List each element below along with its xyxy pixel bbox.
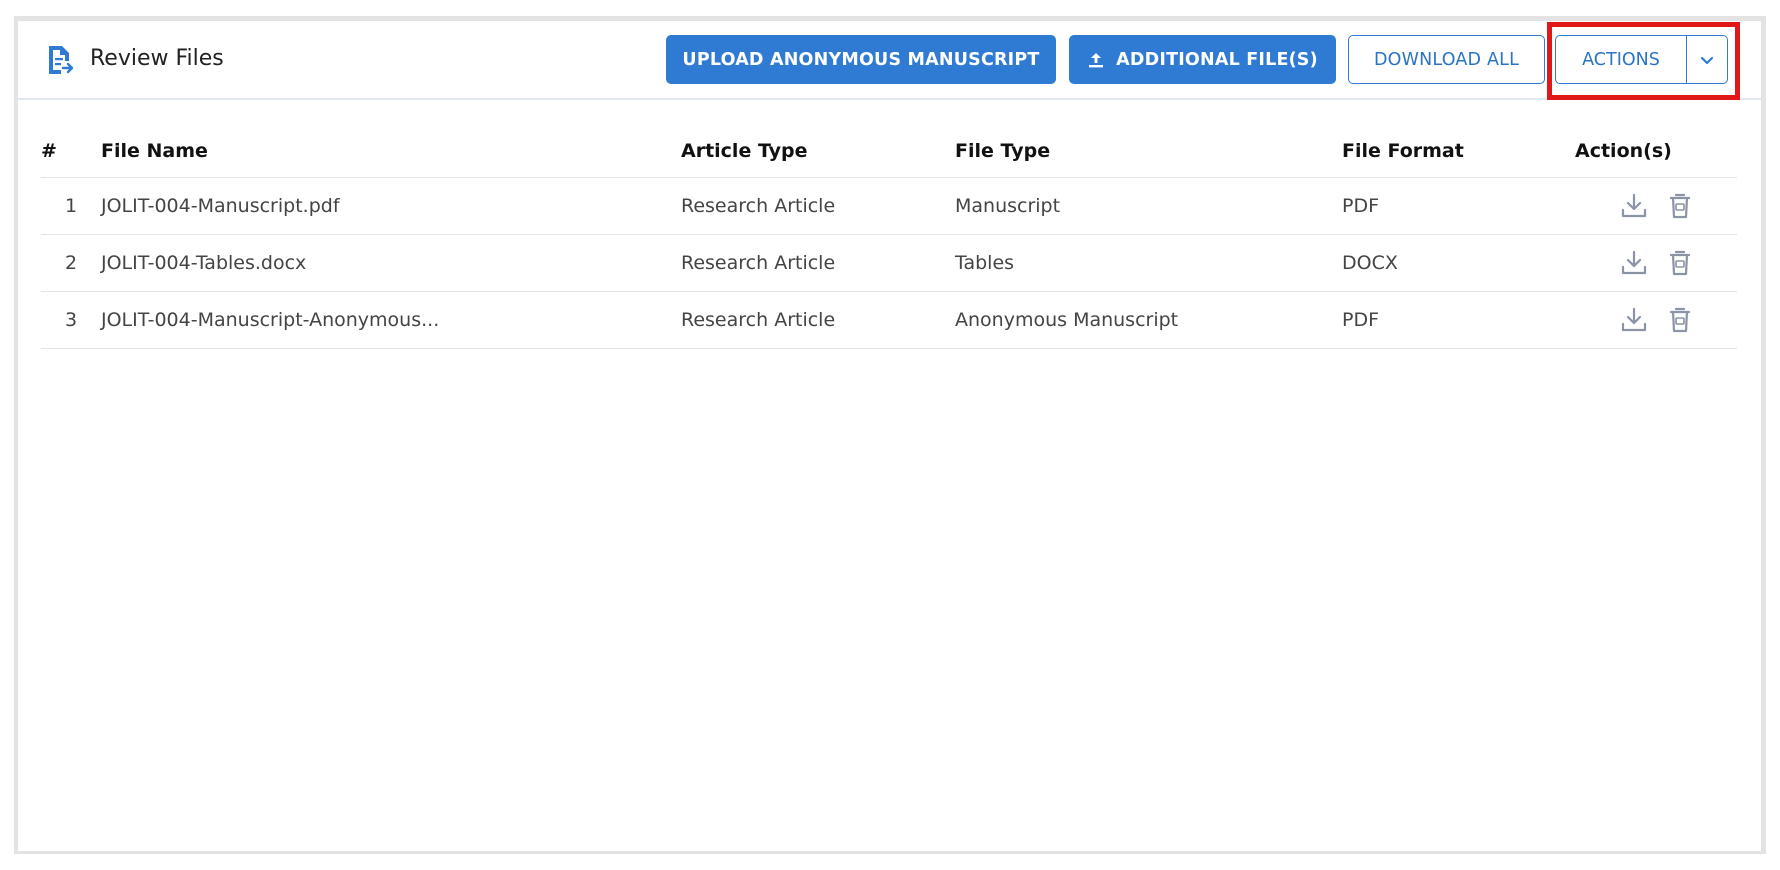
file-type-cell: Tables	[955, 234, 1342, 292]
download-all-label: DOWNLOAD ALL	[1373, 49, 1520, 70]
table-row: 1 JOLIT-004-Manuscript.pdf Research Arti…	[41, 177, 1737, 235]
additional-files-label: ADDITIONAL FILE(S)	[1116, 49, 1318, 70]
actions-button[interactable]: ACTIONS	[1556, 36, 1686, 83]
trash-icon[interactable]	[1667, 248, 1693, 278]
file-format-cell: PDF	[1342, 291, 1575, 349]
files-table: # File Name Article Type File Type File …	[41, 125, 1737, 349]
article-type-cell: Research Article	[681, 291, 955, 349]
download-icon[interactable]	[1619, 191, 1649, 221]
trash-icon[interactable]	[1667, 191, 1693, 221]
column-header-actions: Action(s)	[1575, 125, 1737, 178]
row-actions-cell	[1575, 291, 1737, 349]
row-number: 1	[41, 177, 101, 235]
table-row: 2 JOLIT-004-Tables.docx Research Article…	[41, 234, 1737, 292]
download-icon[interactable]	[1619, 248, 1649, 278]
row-actions-cell	[1575, 234, 1737, 292]
row-number: 2	[41, 234, 101, 292]
table-header-row: # File Name Article Type File Type File …	[41, 125, 1737, 178]
panel-header: Review Files UPLOAD ANONYMOUS MANUSCRIPT…	[18, 21, 1761, 100]
upload-anonymous-manuscript-label: UPLOAD ANONYMOUS MANUSCRIPT	[682, 49, 1040, 70]
actions-split-button: ACTIONS	[1555, 35, 1728, 84]
table-row: 3 JOLIT-004-Manuscript-Anonymous... Rese…	[41, 291, 1737, 349]
page-title: Review Files	[90, 46, 224, 71]
column-header-file-name: File Name	[101, 125, 681, 178]
column-header-article-type: Article Type	[681, 125, 955, 178]
actions-label: ACTIONS	[1582, 49, 1660, 70]
review-files-panel: Review Files UPLOAD ANONYMOUS MANUSCRIPT…	[18, 21, 1761, 851]
column-header-number: #	[41, 125, 101, 178]
trash-icon[interactable]	[1667, 305, 1693, 335]
article-type-cell: Research Article	[681, 177, 955, 235]
row-actions-cell	[1575, 177, 1737, 235]
file-type-cell: Manuscript	[955, 177, 1342, 235]
file-format-cell: PDF	[1342, 177, 1575, 235]
chevron-down-icon	[1700, 56, 1714, 64]
file-type-cell: Anonymous Manuscript	[955, 291, 1342, 349]
file-name-cell: JOLIT-004-Manuscript-Anonymous...	[101, 291, 681, 349]
additional-files-button[interactable]: ADDITIONAL FILE(S)	[1069, 35, 1336, 84]
file-review-icon	[49, 46, 74, 74]
upload-icon	[1089, 52, 1104, 67]
column-header-file-format: File Format	[1342, 125, 1575, 178]
file-name-cell: JOLIT-004-Tables.docx	[101, 234, 681, 292]
download-icon[interactable]	[1619, 305, 1649, 335]
row-number: 3	[41, 291, 101, 349]
upload-anonymous-manuscript-button[interactable]: UPLOAD ANONYMOUS MANUSCRIPT	[666, 35, 1056, 84]
file-name-cell: JOLIT-004-Manuscript.pdf	[101, 177, 681, 235]
actions-dropdown-toggle[interactable]	[1686, 36, 1727, 83]
article-type-cell: Research Article	[681, 234, 955, 292]
download-all-button[interactable]: DOWNLOAD ALL	[1348, 35, 1545, 84]
column-header-file-type: File Type	[955, 125, 1342, 178]
file-format-cell: DOCX	[1342, 234, 1575, 292]
